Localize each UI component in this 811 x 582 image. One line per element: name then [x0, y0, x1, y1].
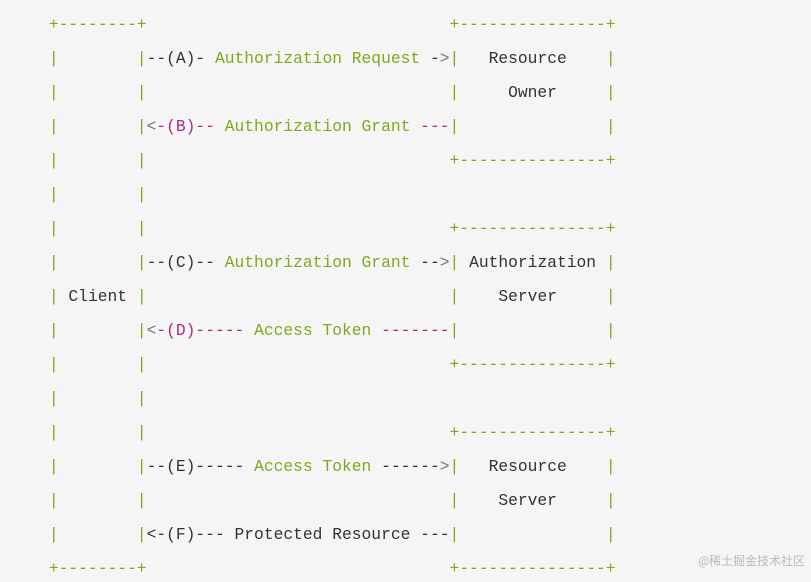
flow-c-prefix: --(C)-- — [147, 253, 215, 272]
flow-e-label: Access Token — [254, 457, 371, 476]
resource-owner-l1: Resource — [489, 49, 567, 68]
watermark: @稀土掘金技术社区 — [698, 544, 805, 578]
client-label: Client — [68, 287, 127, 306]
flow-f-prefix: <-(F)--- — [147, 525, 225, 544]
resource-server-l2: Server — [498, 491, 557, 510]
oauth2-abstract-flow-diagram: +--------+ +---------------+ | |--(A)- A… — [0, 0, 811, 582]
flow-b-suffix: --- — [420, 117, 449, 136]
resource-server-l1: Resource — [489, 457, 567, 476]
resource-owner-l2: Owner — [508, 83, 557, 102]
flow-e-prefix: --(E)----- — [147, 457, 245, 476]
flow-d-label: Access Token — [254, 321, 371, 340]
flow-a-prefix: --(A)- — [147, 49, 206, 68]
flow-e-suffix: ------ — [381, 457, 440, 476]
flow-a-label: Authorization Request — [215, 49, 420, 68]
flow-b-label: Authorization Grant — [225, 117, 411, 136]
auth-server-l2: Server — [498, 287, 557, 306]
auth-server-l1: Authorization — [469, 253, 596, 272]
flow-c-suffix: -- — [420, 253, 440, 272]
flow-b-prefix: -(B)-- — [156, 117, 215, 136]
flow-f-label: Protected Resource — [235, 525, 411, 544]
flow-d-prefix: -(D)----- — [156, 321, 244, 340]
flow-f-suffix: --- — [420, 525, 449, 544]
flow-d-suffix: ------- — [381, 321, 449, 340]
flow-c-label: Authorization Grant — [225, 253, 411, 272]
